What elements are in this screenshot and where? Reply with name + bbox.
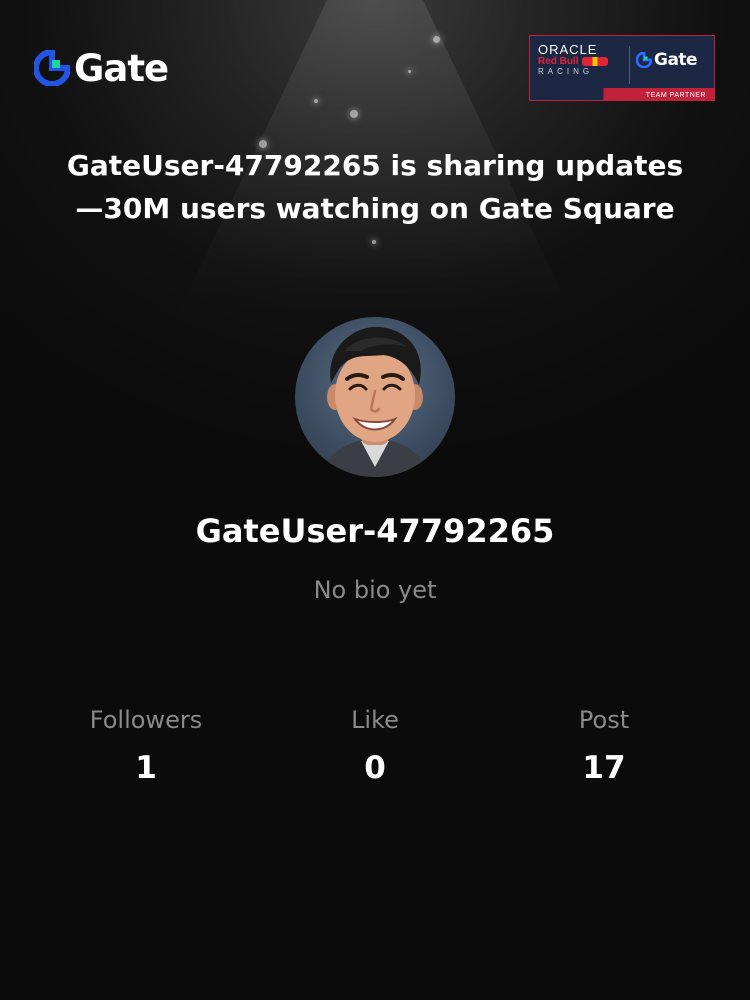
sparkle: [433, 36, 440, 43]
stat-label: Post: [578, 706, 630, 734]
oracle-redbull-racing-badge: ORACLE Red Bull RACING Gate TEAM PARTNER: [529, 35, 715, 101]
share-headline: GateUser-47792265 is sharing updates —30…: [40, 144, 710, 230]
sparkle: [408, 70, 411, 73]
share-card: Gate ORACLE Red Bull RACING Gate TEAM PA…: [0, 0, 750, 1000]
stat-followers: Followers 1: [36, 700, 256, 786]
partner-oracle-text: ORACLE: [538, 42, 598, 57]
sparkle: [314, 99, 318, 103]
redbull-icon: [581, 56, 608, 66]
stat-value: 17: [582, 750, 626, 786]
partner-redbull-label: Red Bull: [538, 56, 579, 67]
sparkle: [350, 110, 358, 118]
user-avatar: [295, 317, 455, 477]
profile-stats: Followers 1 Like 0 Post 17: [0, 700, 750, 800]
partner-gate-logo: Gate: [636, 50, 698, 70]
profile-username: GateUser-47792265: [195, 512, 555, 550]
stat-value: 0: [364, 750, 386, 786]
gate-logo-icon: [34, 50, 70, 86]
profile-bio: No bio yet: [313, 576, 437, 604]
stat-value: 1: [135, 750, 157, 786]
partner-redbull-text: Red Bull: [538, 56, 624, 67]
partner-gate-text: Gate: [654, 50, 698, 70]
stat-post: Post 17: [494, 700, 714, 786]
headline-line-2: —30M users watching on Gate Square: [75, 192, 675, 225]
avatar-portrait-icon: [320, 326, 430, 477]
partner-team-text: TEAM PARTNER: [645, 92, 706, 99]
headline-line-1: GateUser-47792265 is sharing updates: [66, 149, 684, 182]
partner-divider: [629, 46, 630, 84]
stat-like: Like 0: [265, 700, 485, 786]
sparkle: [372, 240, 376, 244]
gate-logo-icon: [636, 52, 652, 68]
stat-label: Followers: [89, 706, 203, 734]
partner-oracle-redbull: ORACLE Red Bull RACING: [538, 42, 624, 76]
partner-racing-text: RACING: [538, 67, 594, 76]
brand-name: Gate: [74, 46, 169, 90]
stat-label: Like: [351, 706, 399, 734]
gate-logo: Gate: [34, 46, 169, 90]
